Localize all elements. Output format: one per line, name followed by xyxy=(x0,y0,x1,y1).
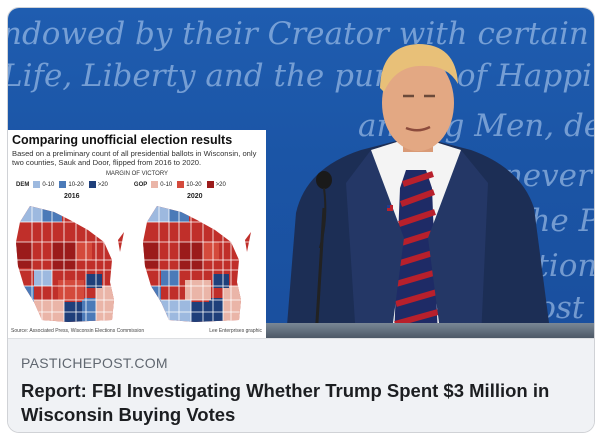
legend-title: MARGIN OF VICTORY xyxy=(105,171,169,177)
legend-swatch xyxy=(151,181,159,188)
speaker-figure xyxy=(286,44,551,338)
link-caption[interactable]: PASTICHEPOST.COM Report: FBI Investigati… xyxy=(8,338,594,432)
wisconsin-county-map-2020 xyxy=(143,206,251,322)
lectern xyxy=(266,323,594,338)
map-year-label: 2016 xyxy=(64,193,80,200)
wisconsin-county-map-2016 xyxy=(16,206,124,322)
legend-swatch xyxy=(88,181,96,188)
preview-image[interactable]: ndowed by their Creator with certain una… xyxy=(8,8,594,338)
legend-gop-label: GOP xyxy=(133,181,148,188)
graphic-subtitle: Based on a preliminary count of all pres… xyxy=(12,149,257,167)
graphic-title: Comparing unofficial election results xyxy=(12,133,233,147)
election-graphic: Comparing unofficial election results Ba… xyxy=(8,130,266,338)
map-year-label: 2020 xyxy=(187,193,203,200)
legend-swatch xyxy=(177,181,185,188)
legend-swatch xyxy=(33,181,41,188)
legend-range: >20 xyxy=(97,181,108,188)
link-domain: PASTICHEPOST.COM xyxy=(21,355,168,371)
graphic-credit: Lee Enterprises graphic xyxy=(209,328,262,334)
link-preview-card[interactable]: ndowed by their Creator with certain una… xyxy=(7,7,595,433)
legend-swatch xyxy=(59,181,67,188)
legend-range: >20 xyxy=(215,181,226,188)
link-headline[interactable]: Report: FBI Investigating Whether Trump … xyxy=(21,379,581,427)
legend-swatch xyxy=(206,181,214,188)
legend-range: 0-10 xyxy=(42,181,55,188)
legend-range: 10-20 xyxy=(68,181,84,188)
legend: DEM 0-10 10-20 >20 GOP 0-10 10-20 >20 xyxy=(16,180,231,189)
legend-range: 0-10 xyxy=(160,181,173,188)
legend-dem-label: DEM xyxy=(16,181,30,188)
legend-range: 10-20 xyxy=(186,181,202,188)
graphic-source: Source: Associated Press, Wisconsin Elec… xyxy=(11,328,145,334)
